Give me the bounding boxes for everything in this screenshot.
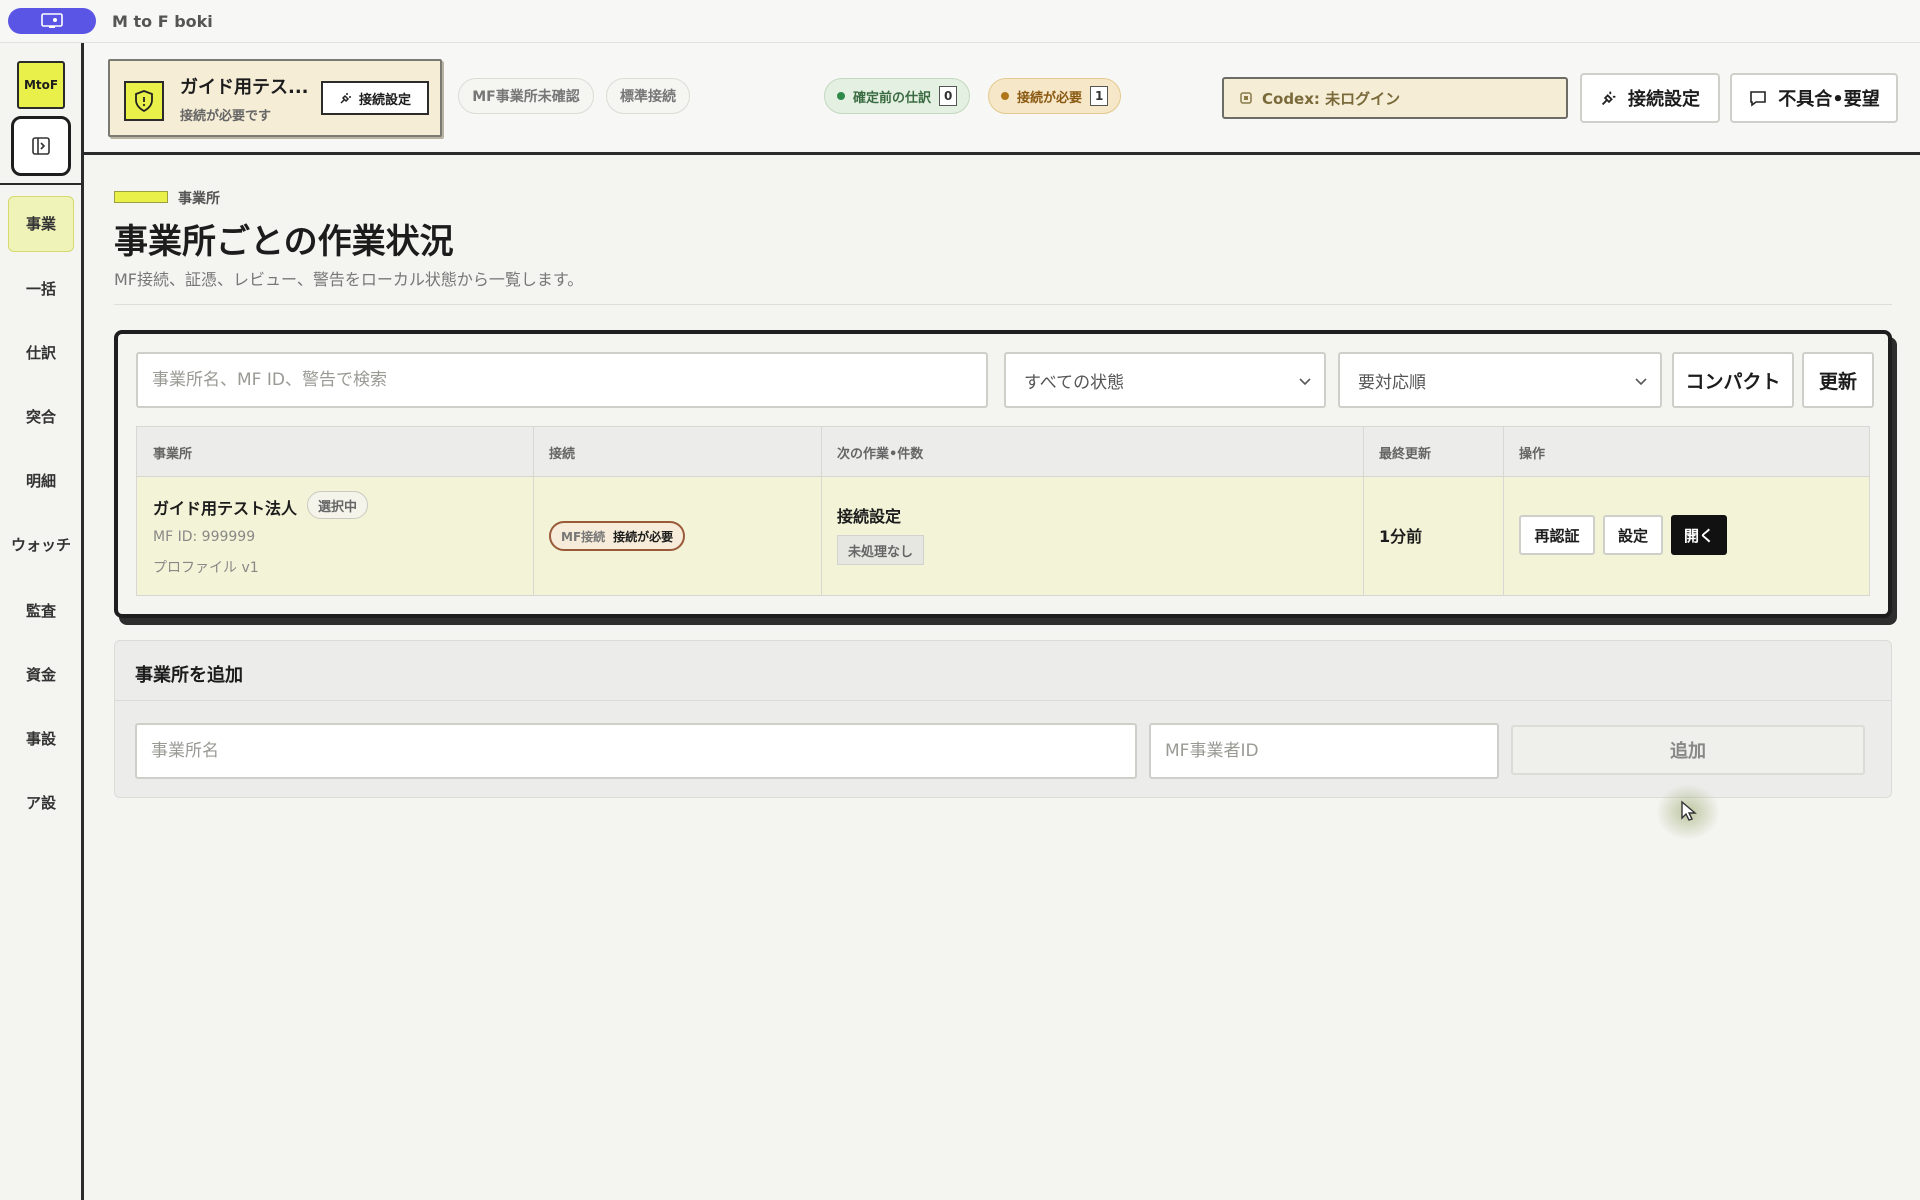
current-office-status: 接続が必要です (180, 109, 272, 124)
selected-badge: 選択中 (307, 491, 369, 519)
connection-required-label: 接続が必要 (1017, 90, 1083, 106)
connection-key: MF接続 (561, 529, 606, 544)
column-divider (821, 427, 822, 595)
add-office-button[interactable]: 追加 (1511, 725, 1865, 775)
rail-item-office[interactable]: 事業 (8, 196, 74, 252)
office-list-panel: すべての状態 要対応順 コンパクト 更新 事業所 接続 次の作業•件数 最終更新… (114, 330, 1892, 618)
office-mf-id: MF ID: 999999 (153, 529, 256, 545)
page-description: MF接続、証憑、レビュー、警告をローカル状態から一覧します。 (114, 270, 584, 289)
new-office-name-input[interactable] (135, 723, 1137, 779)
table-row[interactable]: ガイド用テスト法人 選択中 MF ID: 999999 プロファイル v1 MF… (137, 477, 1869, 595)
window-titlebar: M to F boki (0, 0, 1920, 43)
column-divider (533, 427, 534, 595)
rail-item-reconcile[interactable]: 突合 (8, 389, 74, 445)
feedback-label: 不具合•要望 (1778, 89, 1880, 110)
status-filter-value: すべての状態 (1024, 372, 1125, 393)
pending-journal-label: 確定前の仕訳 (853, 90, 932, 106)
rail-item-funds[interactable]: 資金 (8, 647, 74, 703)
mouse-cursor-icon (1681, 800, 1697, 821)
table-header: 事業所 接続 次の作業•件数 最終更新 操作 (137, 427, 1869, 477)
connection-required-count: 1 (1090, 86, 1109, 106)
rail-item-journal[interactable]: 仕訳 (8, 325, 74, 381)
mf-office-unconfirmed-chip[interactable]: MF事業所未確認 (458, 78, 594, 114)
codex-login-status[interactable]: Codex: 未ログイン (1222, 77, 1568, 119)
pending-journal-count: 0 (939, 86, 958, 106)
chat-bubble-icon (1750, 91, 1767, 107)
last-updated: 1分前 (1379, 527, 1423, 546)
col-header-connection: 接続 (549, 447, 576, 462)
chip-icon (1240, 92, 1252, 104)
status-dot-icon (1001, 92, 1009, 100)
current-office-card[interactable]: ガイド用テス... 接続が必要です 接続設定 (108, 59, 442, 137)
connection-settings-button[interactable]: 接続設定 (1580, 73, 1720, 123)
current-office-name: ガイド用テス... (180, 77, 309, 98)
sort-select[interactable]: 要対応順 (1338, 352, 1662, 408)
chevron-down-icon (1299, 378, 1311, 386)
app-logo: MtoF (17, 61, 65, 109)
connection-settings-label: 接続設定 (1628, 89, 1700, 110)
rail-item-statement[interactable]: 明細 (8, 453, 74, 509)
sidebar-panel-icon (32, 137, 50, 155)
new-office-mfid-input[interactable] (1149, 723, 1499, 779)
page-title: 事業所ごとの作業状況 (114, 222, 454, 262)
connection-status-badge: MF接続 接続が必要 (549, 521, 686, 551)
connection-required-status[interactable]: 接続が必要 1 (988, 78, 1122, 114)
add-office-title: 事業所を追加 (135, 665, 243, 686)
shield-icon (124, 81, 164, 121)
monitor-icon (41, 13, 63, 28)
top-header: ガイド用テス... 接続が必要です 接続設定 MF事業所未確認 標準接続 確定前… (84, 43, 1920, 155)
rail-item-watch[interactable]: ウォッチ (10, 517, 72, 573)
window-menu-button[interactable] (8, 8, 96, 34)
rail-item-app-settings[interactable]: ア設 (8, 775, 74, 831)
standard-connection-chip[interactable]: 標準接続 (606, 78, 690, 114)
next-task-badge: 未処理なし (837, 535, 925, 565)
plug-icon (1601, 91, 1616, 106)
column-divider (1363, 427, 1364, 595)
rail-item-batch[interactable]: 一括 (8, 261, 74, 317)
codex-label: Codex: 未ログイン (1262, 89, 1401, 108)
rail-item-audit[interactable]: 監査 (8, 583, 74, 639)
sort-value: 要対応順 (1358, 372, 1426, 393)
office-profile: プロファイル v1 (153, 560, 259, 576)
row-settings-button[interactable]: 設定 (1603, 515, 1663, 555)
office-connect-label: 接続設定 (358, 92, 411, 108)
col-header-next-task: 次の作業•件数 (837, 447, 924, 462)
app-title: M to F boki (112, 11, 213, 31)
office-name-cell: ガイド用テスト法人 (153, 499, 298, 518)
rail-divider (0, 183, 81, 185)
connection-value: 接続が必要 (613, 529, 674, 544)
next-task-title: 接続設定 (837, 507, 902, 526)
pending-journal-status[interactable]: 確定前の仕訳 0 (824, 78, 971, 114)
rail-item-office-settings[interactable]: 事設 (8, 711, 74, 767)
col-header-actions: 操作 (1519, 447, 1546, 462)
sidebar-toggle-button[interactable] (11, 116, 71, 176)
status-dot-icon (837, 92, 845, 100)
office-connect-settings-button[interactable]: 接続設定 (321, 81, 429, 115)
add-office-header: 事業所を追加 (115, 641, 1891, 701)
chevron-down-icon (1635, 378, 1647, 386)
status-filter-select[interactable]: すべての状態 (1004, 352, 1326, 408)
reauth-button[interactable]: 再認証 (1519, 515, 1595, 555)
add-office-panel: 事業所を追加 追加 (114, 640, 1892, 798)
left-rail: MtoF 事業 一括 仕訳 突合 明細 ウォッチ 監査 資金 事設 ア設 (0, 43, 84, 1200)
open-button[interactable]: 開く (1671, 515, 1727, 555)
refresh-button[interactable]: 更新 (1802, 352, 1874, 408)
office-search-input[interactable] (136, 352, 988, 408)
column-divider (1503, 427, 1504, 595)
feedback-button[interactable]: 不具合•要望 (1730, 73, 1898, 123)
office-table: 事業所 接続 次の作業•件数 最終更新 操作 ガイド用テスト法人 選択中 MF … (136, 426, 1870, 596)
breadcrumb: 事業所 (178, 191, 220, 207)
crumb-accent-bar (114, 191, 168, 203)
col-header-office: 事業所 (153, 447, 193, 462)
compact-button[interactable]: コンパクト (1672, 352, 1794, 408)
col-header-updated: 最終更新 (1379, 447, 1432, 462)
plug-icon (340, 93, 351, 104)
title-divider (114, 304, 1892, 305)
